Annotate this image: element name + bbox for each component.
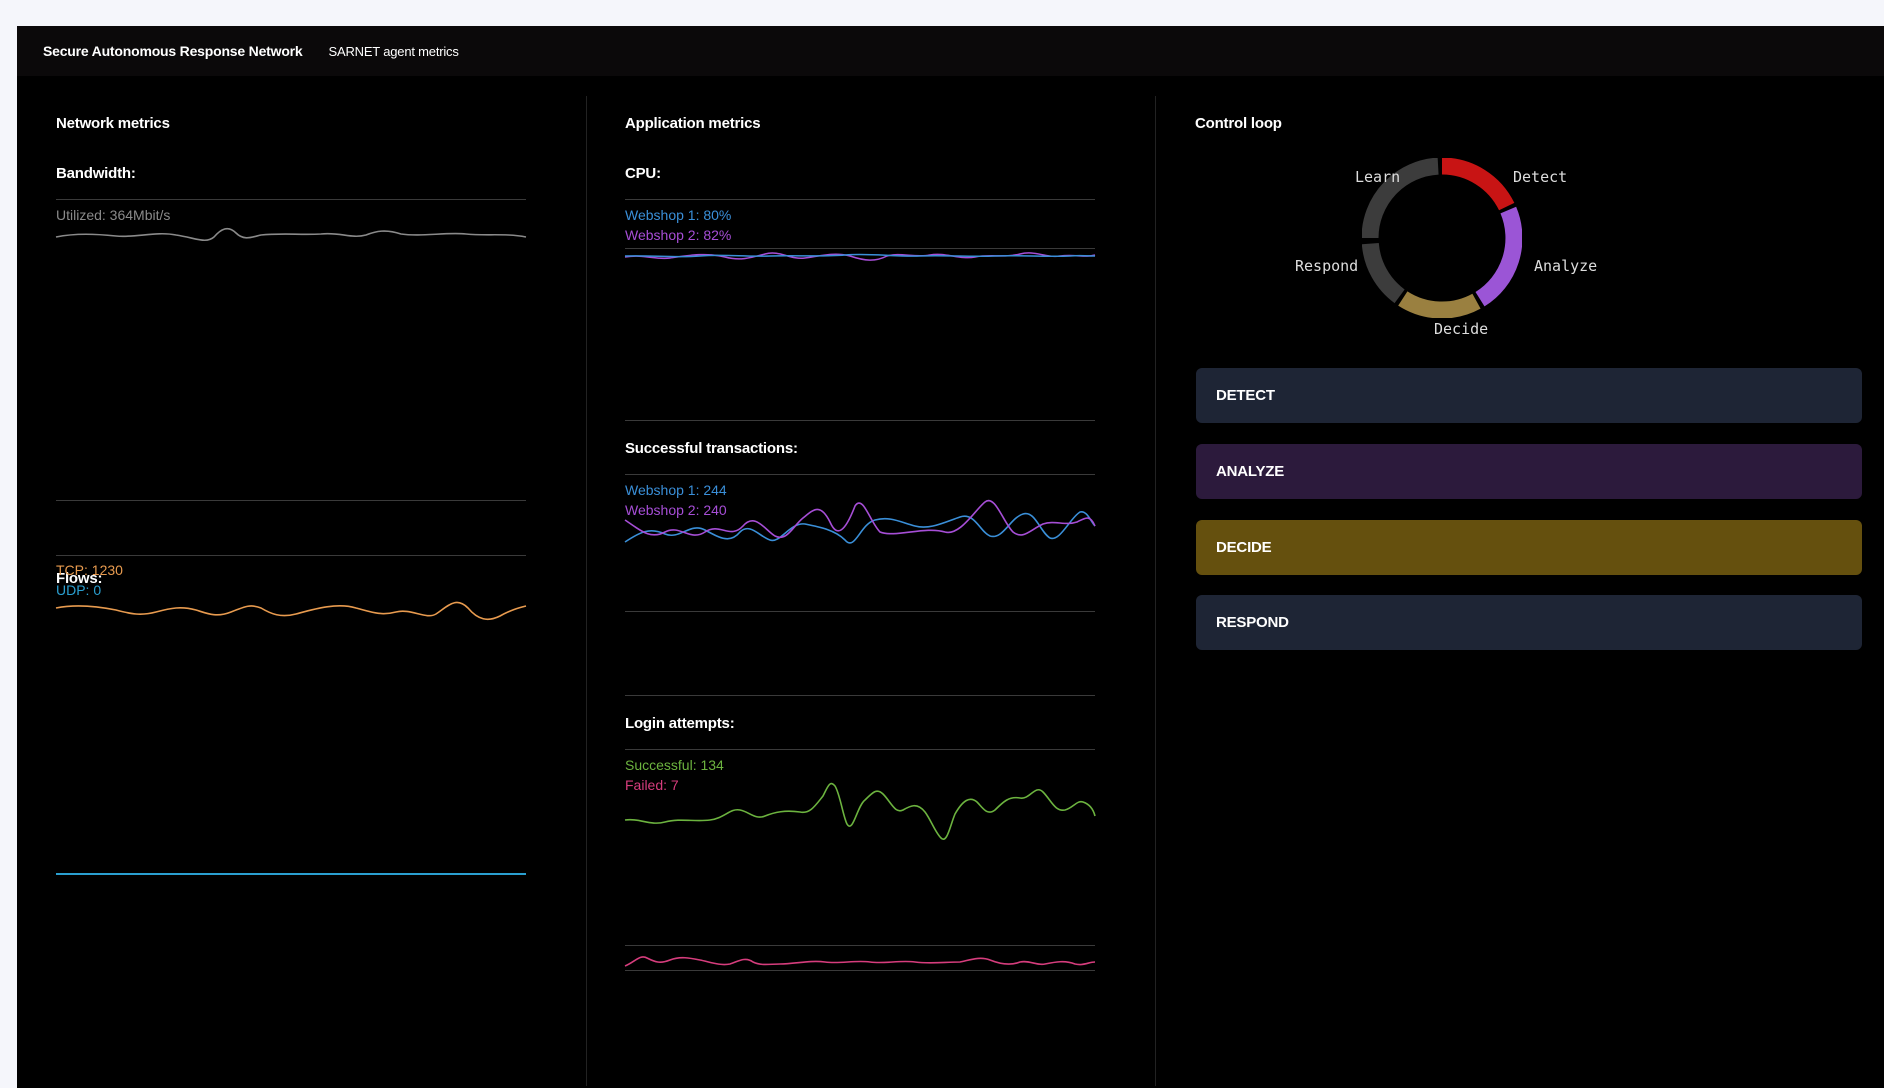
app-title: Secure Autonomous Response Network <box>43 43 303 59</box>
bandwidth-sparkline <box>55 227 527 242</box>
login-failed-line <box>624 956 1096 967</box>
donut-segment-detect <box>1441 158 1515 211</box>
login-attempts-label: Login attempts: <box>625 715 735 732</box>
divider <box>625 970 1095 971</box>
transactions-label: Successful transactions: <box>625 440 798 457</box>
bandwidth-label: Bandwidth: <box>56 165 136 182</box>
divider <box>625 695 1095 696</box>
cpu-webshop1-legend: Webshop 1: 80% <box>625 207 732 223</box>
network-metrics-title: Network metrics <box>56 115 170 132</box>
flows-udp-sparkline <box>56 873 526 875</box>
column-divider <box>586 96 587 1086</box>
login-successful-sparkline <box>624 782 1096 840</box>
analyze-button[interactable]: ANALYZE <box>1196 444 1862 499</box>
divider <box>625 474 1095 475</box>
login-failed-sparkline <box>624 956 1096 967</box>
loop-label-learn: Learn <box>1355 168 1401 186</box>
flows-tcp-sparkline <box>55 601 527 621</box>
donut-segment-respond <box>1362 242 1405 304</box>
tcp-legend: TCP: 1230 <box>56 562 123 578</box>
divider <box>625 749 1095 750</box>
application-metrics-title: Application metrics <box>625 115 761 132</box>
detect-button[interactable]: DETECT <box>1196 368 1862 423</box>
page-subtitle: SARNET agent metrics <box>328 43 459 59</box>
divider <box>625 420 1095 421</box>
divider <box>56 500 526 501</box>
transactions-webshop1-line <box>624 511 1096 544</box>
control-loop-title: Control loop <box>1195 115 1282 132</box>
divider <box>625 199 1095 200</box>
top-bar: Secure Autonomous Response Network SARNE… <box>17 26 1884 76</box>
login-successful-line <box>624 782 1096 840</box>
loop-label-detect: Detect <box>1513 168 1568 186</box>
respond-button[interactable]: RESPOND <box>1196 595 1862 650</box>
loop-label-analyze: Analyze <box>1534 257 1598 275</box>
tcp-line <box>55 601 527 621</box>
cpu-label: CPU: <box>625 165 661 182</box>
bandwidth-line <box>55 227 527 242</box>
divider <box>56 199 526 200</box>
cpu-sparkline <box>624 252 1096 261</box>
column-divider <box>1155 96 1156 1086</box>
decide-button[interactable]: DECIDE <box>1196 520 1862 575</box>
donut-segment-analyze <box>1475 206 1522 307</box>
app-window: Secure Autonomous Response Network SARNE… <box>17 26 1884 1088</box>
divider <box>625 611 1095 612</box>
donut-segment-decide <box>1398 291 1481 318</box>
loop-label-respond: Respond <box>1295 257 1359 275</box>
transactions-webshop2-line <box>624 499 1096 539</box>
transactions-sparkline <box>624 499 1096 544</box>
loop-label-decide: Decide <box>1434 320 1489 338</box>
divider <box>56 555 526 556</box>
